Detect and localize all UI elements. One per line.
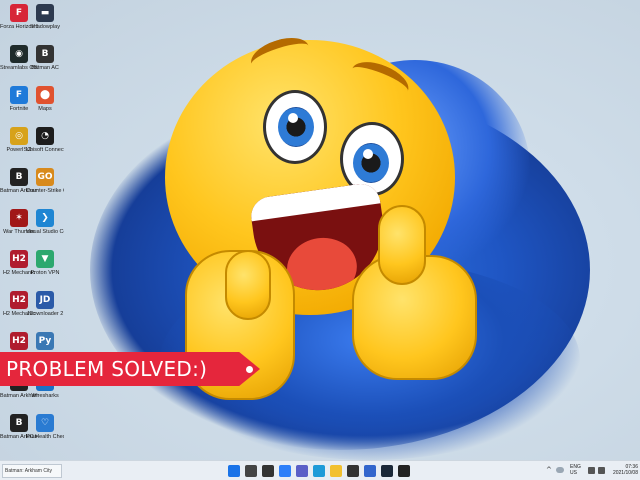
desktop: F Forza Horizon 5 ▬ Shadowplay ◉ Streamlabs O… bbox=[0, 0, 640, 460]
app-icon: Py bbox=[36, 332, 54, 350]
tray-cloud-icon[interactable] bbox=[556, 467, 564, 473]
app-icon: ◔ bbox=[36, 127, 54, 145]
app-icon: ▼ bbox=[36, 250, 54, 268]
taskbar-window-title[interactable]: Batman: Arkham City bbox=[2, 464, 62, 478]
chat-button[interactable] bbox=[296, 465, 308, 477]
start-button[interactable] bbox=[228, 465, 240, 477]
app-icon: ❯ bbox=[36, 209, 54, 227]
right-eye-shine bbox=[363, 149, 373, 159]
left-eye bbox=[263, 90, 327, 164]
taskbar: Batman: Arkham City ^ ENG US 07:36 2021/… bbox=[0, 460, 640, 480]
desktop-icon-label: Maps bbox=[38, 106, 52, 112]
desktop-icon-label: Shadowplay bbox=[30, 24, 60, 30]
desktop-icon-label: PC Health Check bbox=[26, 434, 64, 440]
desktop-icon[interactable]: JD JDownloader 2 bbox=[26, 291, 64, 317]
desktop-icon[interactable]: ♡ PC Health Check bbox=[26, 414, 64, 440]
desktop-icon-label: JDownloader 2 bbox=[26, 311, 64, 317]
tray-clock[interactable]: 07:36 2021/10/08 bbox=[608, 464, 638, 476]
desktop-icon[interactable]: ▬ Shadowplay bbox=[26, 4, 64, 30]
desktop-icon[interactable]: GO Counter-Strike Global Offe... bbox=[26, 168, 64, 194]
desktop-icon[interactable]: ❯ Visual Studio Code bbox=[26, 209, 64, 235]
app-icon: B bbox=[36, 45, 54, 63]
banner-text: PROBLEM SOLVED:) bbox=[6, 357, 208, 381]
desktop-icon-label: Proton VPN bbox=[30, 270, 60, 276]
problem-solved-banner: PROBLEM SOLVED:) bbox=[0, 352, 260, 386]
desktop-icon-label: Wiresharks bbox=[31, 393, 59, 399]
left-thumb-finger bbox=[225, 250, 271, 320]
edge-button[interactable] bbox=[313, 465, 325, 477]
steam-button[interactable] bbox=[381, 465, 393, 477]
desktop-icon-label: Batman AC bbox=[31, 65, 59, 71]
desktop-icon[interactable]: ◔ Ubisoft Connect bbox=[26, 127, 64, 153]
app-icon: JD bbox=[36, 291, 54, 309]
widgets-button[interactable] bbox=[279, 465, 291, 477]
banner-dot bbox=[246, 366, 253, 373]
app-icon: ♡ bbox=[36, 414, 54, 432]
desktop-icon-label: Visual Studio Code bbox=[26, 229, 64, 235]
tray-language[interactable]: ENG US bbox=[570, 464, 584, 476]
file-explorer-button[interactable] bbox=[330, 465, 342, 477]
tray-region: US bbox=[570, 470, 577, 476]
volume-icon[interactable] bbox=[598, 467, 605, 474]
tray-date: 2021/10/08 bbox=[612, 470, 638, 476]
store-button[interactable] bbox=[347, 465, 359, 477]
search-button[interactable] bbox=[245, 465, 257, 477]
tray-chevron-icon[interactable]: ^ bbox=[546, 466, 554, 474]
right-thumb-finger bbox=[378, 205, 426, 285]
desktop-icon[interactable]: ⬤ Maps bbox=[26, 86, 64, 112]
desktop-icon-label: Ubisoft Connect bbox=[26, 147, 64, 153]
task-view-button[interactable] bbox=[262, 465, 274, 477]
network-icon[interactable] bbox=[588, 467, 595, 474]
mail-button[interactable] bbox=[364, 465, 376, 477]
desktop-icon[interactable]: ▼ Proton VPN bbox=[26, 250, 64, 276]
desktop-icon-label: Counter-Strike Global Offe... bbox=[26, 188, 64, 194]
app-icon: ▬ bbox=[36, 4, 54, 22]
left-eyebrow bbox=[246, 31, 314, 79]
desktop-icon[interactable]: B Batman AC bbox=[26, 45, 64, 71]
app-icon: GO bbox=[36, 168, 54, 186]
app-icon: ⬤ bbox=[36, 86, 54, 104]
left-eye-shine bbox=[288, 113, 298, 123]
batman-app-button[interactable] bbox=[398, 465, 410, 477]
